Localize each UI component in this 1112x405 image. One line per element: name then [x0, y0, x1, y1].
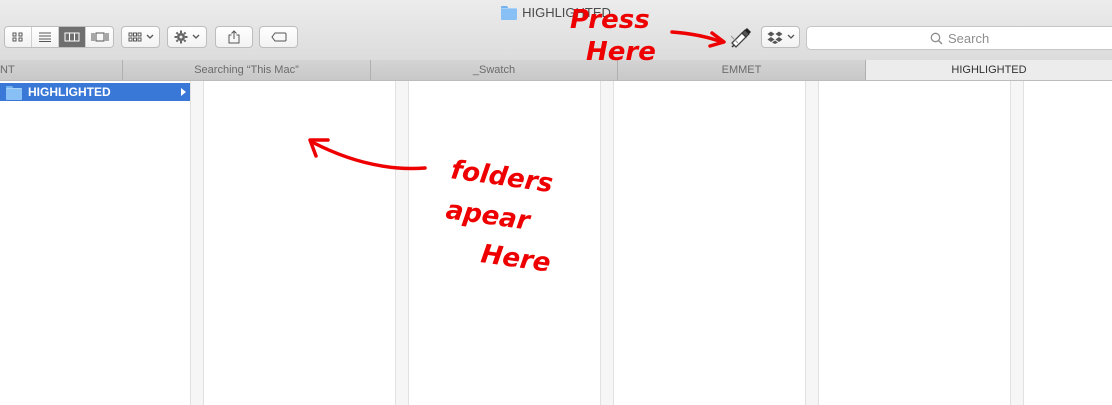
annotation-apear: apear [444, 195, 534, 237]
annotation-layer: Press Here folders apear Here [308, 5, 726, 279]
annotation-folders: folders [449, 155, 555, 199]
annotation-here: Here [586, 37, 656, 67]
annotation-press: Press [570, 5, 650, 35]
annotation-arrow-folders [310, 140, 427, 171]
annotation-here-2: Here [479, 239, 552, 278]
